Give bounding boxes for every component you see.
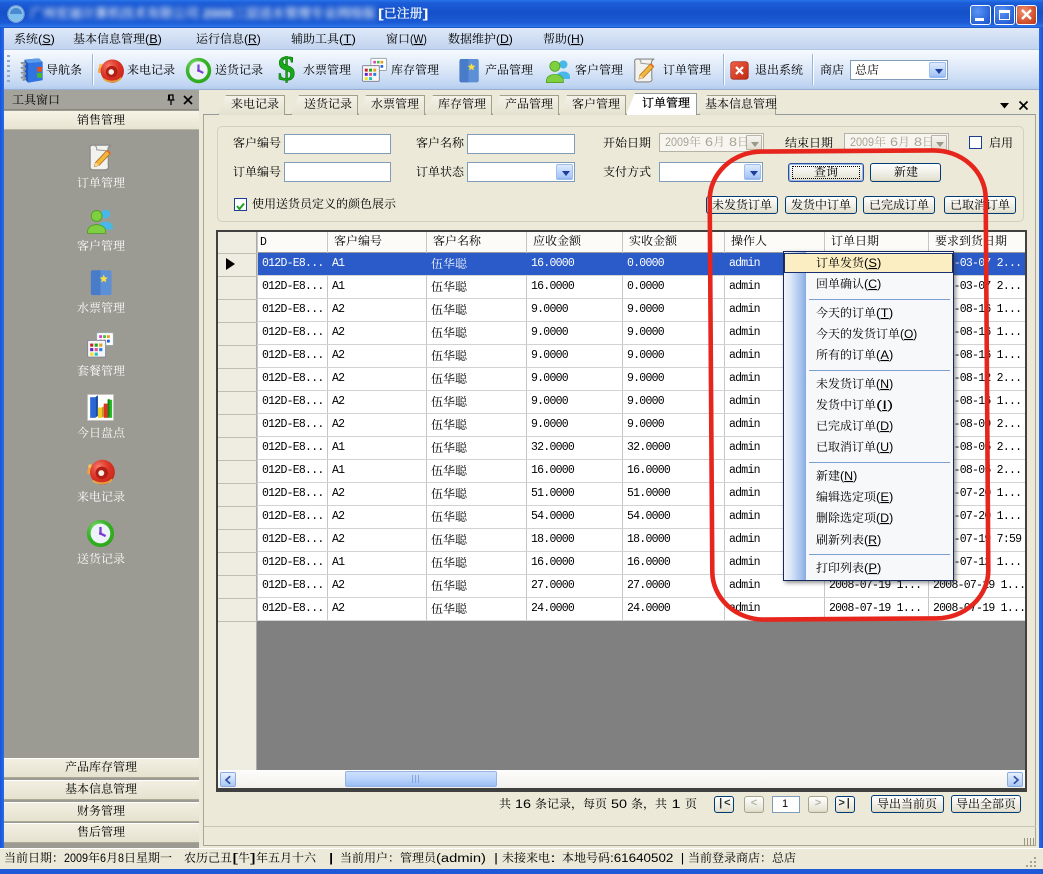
svg-text:50: 50 — [607, 799, 631, 811]
svg-text:(H): (H) — [567, 34, 584, 46]
svg-text::: : — [550, 853, 562, 865]
svg-text:]: ] — [250, 853, 256, 865]
svg-text:6: 6 — [100, 853, 106, 865]
svg-text:2009: 2009 — [64, 853, 88, 865]
svg-text:|: | — [316, 853, 340, 865]
svg-text:16: 16 — [511, 799, 535, 811]
svg-text:(T): (T) — [339, 34, 356, 46]
svg-text:$: $ — [278, 56, 296, 85]
svg-text:[: [ — [378, 7, 384, 21]
svg-text:[: [ — [232, 853, 239, 865]
svg-text:2009: 2009 — [199, 7, 233, 21]
svg-text:(D): (D) — [496, 34, 513, 46]
svg-text::61640502 |: :61640502 | — [610, 853, 688, 865]
svg-text:2009: 2009 — [665, 137, 689, 149]
svg-text:1: 1 — [667, 799, 685, 811]
svg-text:8: 8 — [118, 853, 124, 865]
svg-text:(B): (B) — [145, 34, 162, 46]
svg-text:]: ] — [423, 7, 429, 21]
svg-text:(S): (S) — [38, 34, 55, 46]
svg-text:(W): (W) — [410, 34, 427, 46]
svg-text:(R): (R) — [244, 34, 261, 46]
svg-text:(admin) |: (admin) | — [436, 853, 502, 865]
